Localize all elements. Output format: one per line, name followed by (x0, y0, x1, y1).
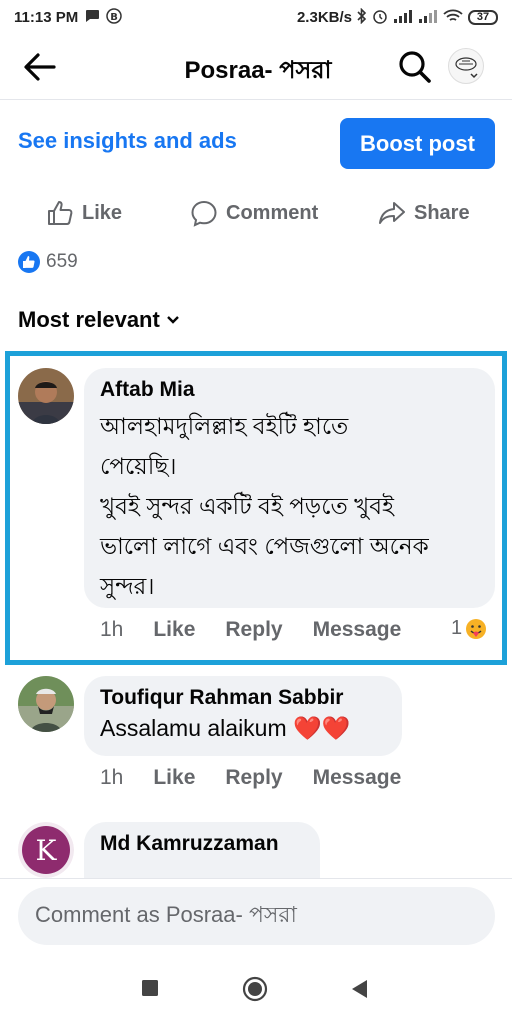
alarm-icon (372, 8, 388, 27)
avatar[interactable]: K (18, 822, 74, 878)
home-icon[interactable] (242, 976, 268, 1007)
care-reaction-icon (466, 618, 487, 639)
comment-meta: 1h Like Reply Message (100, 766, 431, 790)
share-button[interactable]: Share (378, 192, 470, 234)
svg-text:B: B (110, 12, 118, 23)
signal-icon (418, 9, 438, 26)
system-nav-bar (0, 957, 512, 1024)
comment-like-button[interactable]: Like (153, 618, 195, 642)
signal-icon (393, 9, 413, 26)
bluetooth-icon (357, 7, 367, 27)
like-button[interactable]: Like (46, 192, 122, 234)
comment-reply-button[interactable]: Reply (225, 766, 282, 790)
comment-message-button[interactable]: Message (313, 766, 402, 790)
share-icon (379, 202, 405, 224)
b-icon: B (106, 7, 122, 27)
comment-reactions[interactable]: 1 (451, 617, 487, 640)
page-title: Posraa- পসরা (184, 57, 332, 84)
comment-meta: 1h Like Reply Message (100, 618, 431, 642)
search-icon[interactable] (396, 48, 434, 86)
reactions-summary[interactable]: 659 (18, 251, 78, 273)
boost-post-button[interactable]: Boost post (340, 118, 495, 169)
comment-reaction-count: 1 (451, 617, 463, 639)
like-label: Like (82, 201, 123, 224)
comment-reply-button[interactable]: Reply (225, 618, 282, 642)
comment-time: 1h (100, 618, 124, 641)
sort-label: Most relevant (18, 307, 160, 332)
post-actions: Like Comment Share (0, 192, 512, 234)
thumbs-up-icon (48, 201, 73, 225)
status-time: 11:13 PM (14, 8, 79, 26)
comment-input[interactable]: Comment as Posraa- পসরা (18, 887, 495, 945)
page-avatar-dropdown[interactable] (448, 48, 484, 84)
sort-dropdown[interactable]: Most relevant (18, 307, 180, 333)
comment-author[interactable]: Toufiqur Rahman Sabbir (100, 686, 386, 710)
share-label: Share (414, 201, 470, 224)
status-bar: 11:13 PM B 2.3KB/s 37 (0, 0, 512, 34)
comment-bubble: Aftab Mia আলহামদুলিল্লাহ বইটি হাতে পেয়ে… (84, 368, 495, 608)
comment-button[interactable]: Comment (190, 192, 318, 234)
svg-text:K: K (36, 834, 58, 867)
comment-icon (191, 200, 217, 227)
comment-bubble: Toufiqur Rahman Sabbir Assalamu alaikum … (84, 676, 402, 756)
back-triangle-icon[interactable] (350, 979, 368, 1004)
comment-text: আলহামদুলিল্লাহ বইটি হাতে পেয়েছি। খুবই স… (100, 413, 429, 599)
comment-message-button[interactable]: Message (313, 618, 402, 642)
wifi-icon (443, 9, 463, 26)
comment-label: Comment (226, 201, 319, 224)
comment-like-button[interactable]: Like (153, 766, 195, 790)
comment-author[interactable]: Md Kamruzzaman (100, 832, 304, 856)
message-icon (84, 9, 100, 26)
comment-author[interactable]: Aftab Mia (100, 378, 479, 402)
battery-icon: 37 (468, 9, 498, 25)
avatar[interactable] (18, 368, 74, 424)
top-bar: Posraa- পসরা (0, 34, 512, 100)
like-reaction-icon (18, 251, 40, 273)
see-insights-link[interactable]: See insights and ads (18, 128, 237, 154)
recents-icon[interactable] (141, 979, 159, 1002)
comment-text: Assalamu alaikum ❤️❤️ (100, 715, 351, 741)
chevron-down-icon (166, 316, 179, 324)
battery-level: 37 (476, 11, 490, 23)
reaction-count: 659 (46, 251, 78, 272)
comment-time: 1h (100, 766, 124, 789)
avatar[interactable] (18, 676, 74, 732)
network-speed: 2.3KB/s (296, 8, 352, 26)
